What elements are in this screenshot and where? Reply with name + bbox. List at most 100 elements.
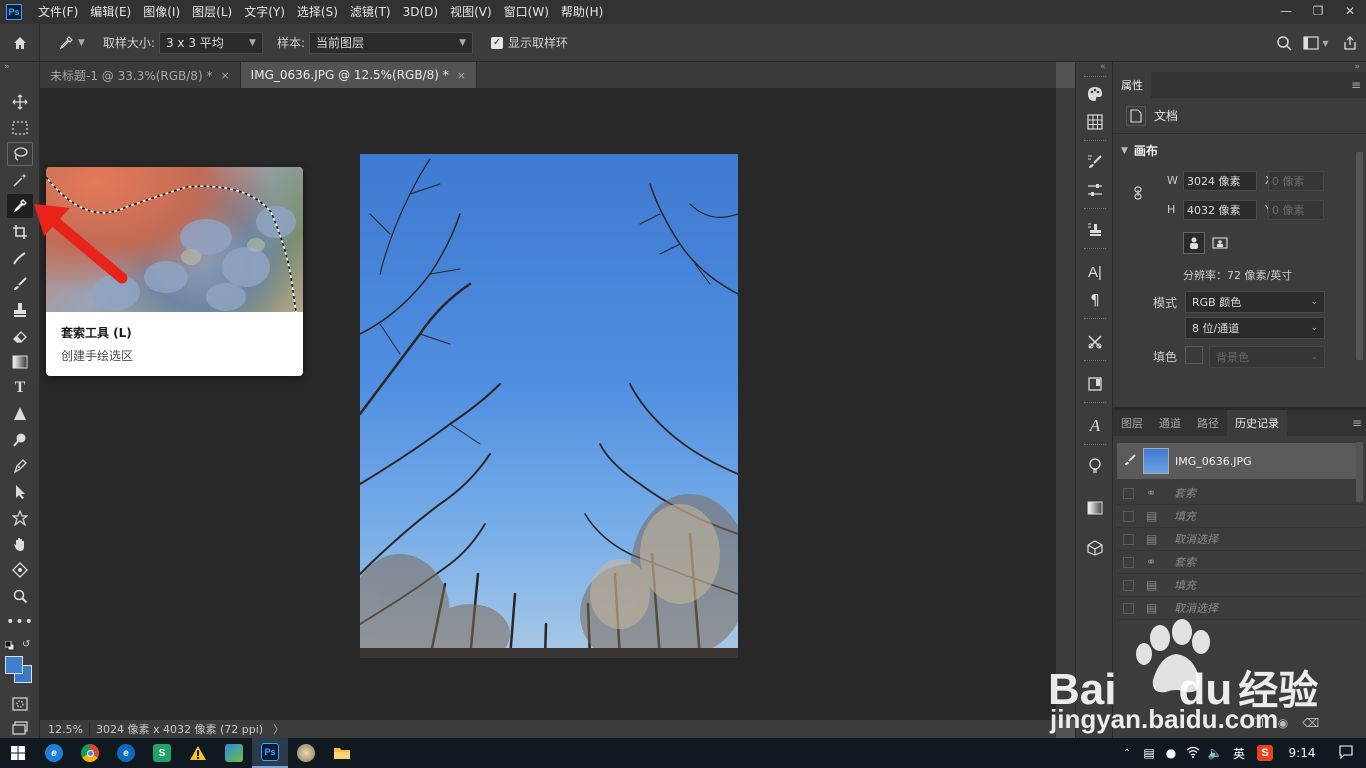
brush-settings-icon[interactable] <box>1082 150 1108 174</box>
link-dimensions-icon[interactable] <box>1133 186 1143 203</box>
history-item[interactable]: ▤ 填充 <box>1117 574 1363 597</box>
bit-depth-select[interactable]: 8 位/通道 ⌄ <box>1185 317 1325 339</box>
document-image[interactable] <box>360 154 738 658</box>
gradients-panel-icon[interactable] <box>1082 496 1108 520</box>
tool-presets-icon[interactable] <box>1082 330 1108 354</box>
sogou-input-icon[interactable]: S <box>1252 745 1278 761</box>
history-checkbox[interactable] <box>1123 556 1134 568</box>
glyphs-panel-icon[interactable]: A <box>1082 414 1108 438</box>
swatches-panel-icon[interactable] <box>1082 110 1108 134</box>
path-selection-tool-icon[interactable] <box>7 402 33 426</box>
character-panel-icon[interactable]: A| <box>1082 260 1108 284</box>
history-checkbox[interactable] <box>1123 487 1134 499</box>
canvas-height-field[interactable]: 4032 像素 <box>1183 200 1257 220</box>
learn-panel-icon[interactable] <box>1082 454 1108 478</box>
move-tool-icon[interactable] <box>7 90 33 114</box>
landscape-orientation-icon[interactable] <box>1209 232 1231 254</box>
menu-type[interactable]: 文字(Y) <box>238 0 291 24</box>
tab-channels[interactable]: 通道 <box>1151 410 1189 436</box>
portrait-orientation-icon[interactable] <box>1183 232 1205 254</box>
more-tools-icon[interactable]: ••• <box>6 610 33 634</box>
menu-image[interactable]: 图像(I) <box>137 0 186 24</box>
paragraph-panel-icon[interactable]: ¶ <box>1082 288 1108 312</box>
history-item[interactable]: ▤ 取消选择 <box>1117 528 1363 551</box>
adjustments-panel-icon[interactable] <box>1082 178 1108 202</box>
menu-view[interactable]: 视图(V) <box>444 0 498 24</box>
network-device-icon[interactable]: ▤ <box>1138 746 1160 760</box>
menu-help[interactable]: 帮助(H) <box>555 0 609 24</box>
tab-properties[interactable]: 属性 <box>1113 72 1151 98</box>
search-icon[interactable] <box>1270 35 1298 51</box>
collapse-chevron-icon[interactable]: » <box>4 62 10 72</box>
notification-icon[interactable] <box>1326 744 1366 762</box>
eyedropper-preset-picker[interactable]: ▼ <box>58 35 85 51</box>
close-icon[interactable]: ✕ <box>1334 0 1366 22</box>
menu-file[interactable]: 文件(F) <box>32 0 84 24</box>
wifi-icon[interactable] <box>1182 746 1204 761</box>
history-checkbox[interactable] <box>1123 533 1134 545</box>
history-item[interactable]: ⚭ 套索 <box>1117 551 1363 574</box>
menu-window[interactable]: 窗口(W) <box>498 0 555 24</box>
chrome-icon[interactable] <box>72 738 108 768</box>
spreadsheet-app-icon[interactable]: S <box>144 738 180 768</box>
rotate-view-tool-icon[interactable] <box>7 558 33 582</box>
menu-filter[interactable]: 滤镜(T) <box>344 0 397 24</box>
hand-tool-icon[interactable] <box>7 532 33 556</box>
collapse-chevron-icon[interactable]: » <box>1354 62 1360 72</box>
workspace-icon[interactable]: ▼ <box>1298 36 1334 50</box>
canvas-section-header[interactable]: ▼ 画布 <box>1121 142 1158 159</box>
tab-layers[interactable]: 图层 <box>1113 410 1151 436</box>
history-item[interactable]: ⚭ 套索 <box>1117 482 1363 505</box>
zoom-tool-icon[interactable] <box>7 584 33 608</box>
magic-wand-tool-icon[interactable] <box>7 168 33 192</box>
tab-untitled[interactable]: 未标题-1 @ 33.3%(RGB/8) * × <box>40 62 241 88</box>
default-colors-icon[interactable] <box>4 640 15 651</box>
sample-select[interactable]: 当前图层 ▼ <box>309 31 474 54</box>
screen-mode-icon[interactable] <box>7 716 33 740</box>
restore-icon[interactable]: ❐ <box>1302 0 1334 22</box>
history-brush-icon[interactable] <box>1123 453 1137 470</box>
history-item[interactable]: ▤ 填充 <box>1117 505 1363 528</box>
app-icon[interactable] <box>288 738 324 768</box>
status-menu-arrow[interactable]: 〉 <box>263 721 284 737</box>
tab-paths[interactable]: 路径 <box>1189 410 1227 436</box>
zoom-level[interactable]: 12.5% <box>40 722 90 736</box>
3d-panel-icon[interactable] <box>1082 536 1108 560</box>
pen-tool-icon[interactable] <box>7 454 33 478</box>
close-icon[interactable]: × <box>220 69 229 82</box>
collapse-chevron-icon[interactable]: « <box>1100 62 1106 72</box>
menu-edit[interactable]: 编辑(E) <box>84 0 137 24</box>
menu-3d[interactable]: 3D(D) <box>397 0 444 24</box>
menu-select[interactable]: 选择(S) <box>291 0 344 24</box>
quick-mask-icon[interactable] <box>7 692 33 716</box>
history-snapshot-row[interactable]: IMG_0636.JPG <box>1117 443 1363 479</box>
direct-selection-tool-icon[interactable] <box>7 480 33 504</box>
custom-shape-tool-icon[interactable] <box>7 506 33 530</box>
lasso-tool-icon[interactable] <box>7 142 33 166</box>
warning-app-icon[interactable] <box>180 738 216 768</box>
home-icon[interactable] <box>0 23 40 62</box>
chevron-up-icon[interactable]: ⌃ <box>1116 748 1138 759</box>
eraser-tool-icon[interactable] <box>7 324 33 348</box>
gradient-tool-icon[interactable] <box>7 350 33 374</box>
sample-size-select[interactable]: 3 x 3 平均 ▼ <box>158 31 263 54</box>
panel-menu-icon[interactable]: ≡ <box>1346 72 1366 98</box>
libraries-panel-icon[interactable] <box>1082 372 1108 396</box>
history-checkbox[interactable] <box>1123 579 1134 591</box>
ime-indicator[interactable]: 英 <box>1226 745 1252 762</box>
show-sampling-ring-checkbox[interactable]: ✓ 显示取样环 <box>491 34 568 51</box>
share-icon[interactable] <box>1334 35 1366 51</box>
history-checkbox[interactable] <box>1123 510 1134 522</box>
minimize-icon[interactable]: — <box>1270 0 1302 22</box>
ie-browser-icon[interactable]: e <box>36 738 72 768</box>
properties-scrollbar[interactable] <box>1356 152 1363 360</box>
menu-layer[interactable]: 图层(L) <box>186 0 238 24</box>
photoshop-taskbar-icon[interactable]: Ps <box>252 738 288 768</box>
file-explorer-icon[interactable] <box>324 738 360 768</box>
color-mode-select[interactable]: RGB 颜色 ⌄ <box>1185 291 1325 313</box>
qq-icon[interactable]: ● <box>1160 746 1182 760</box>
canvas-width-field[interactable]: 3024 像素 <box>1183 171 1257 191</box>
dodge-tool-icon[interactable] <box>7 428 33 452</box>
type-tool-icon[interactable]: T <box>7 376 33 400</box>
tab-img-0636[interactable]: IMG_0636.JPG @ 12.5%(RGB/8) * × <box>240 62 477 88</box>
